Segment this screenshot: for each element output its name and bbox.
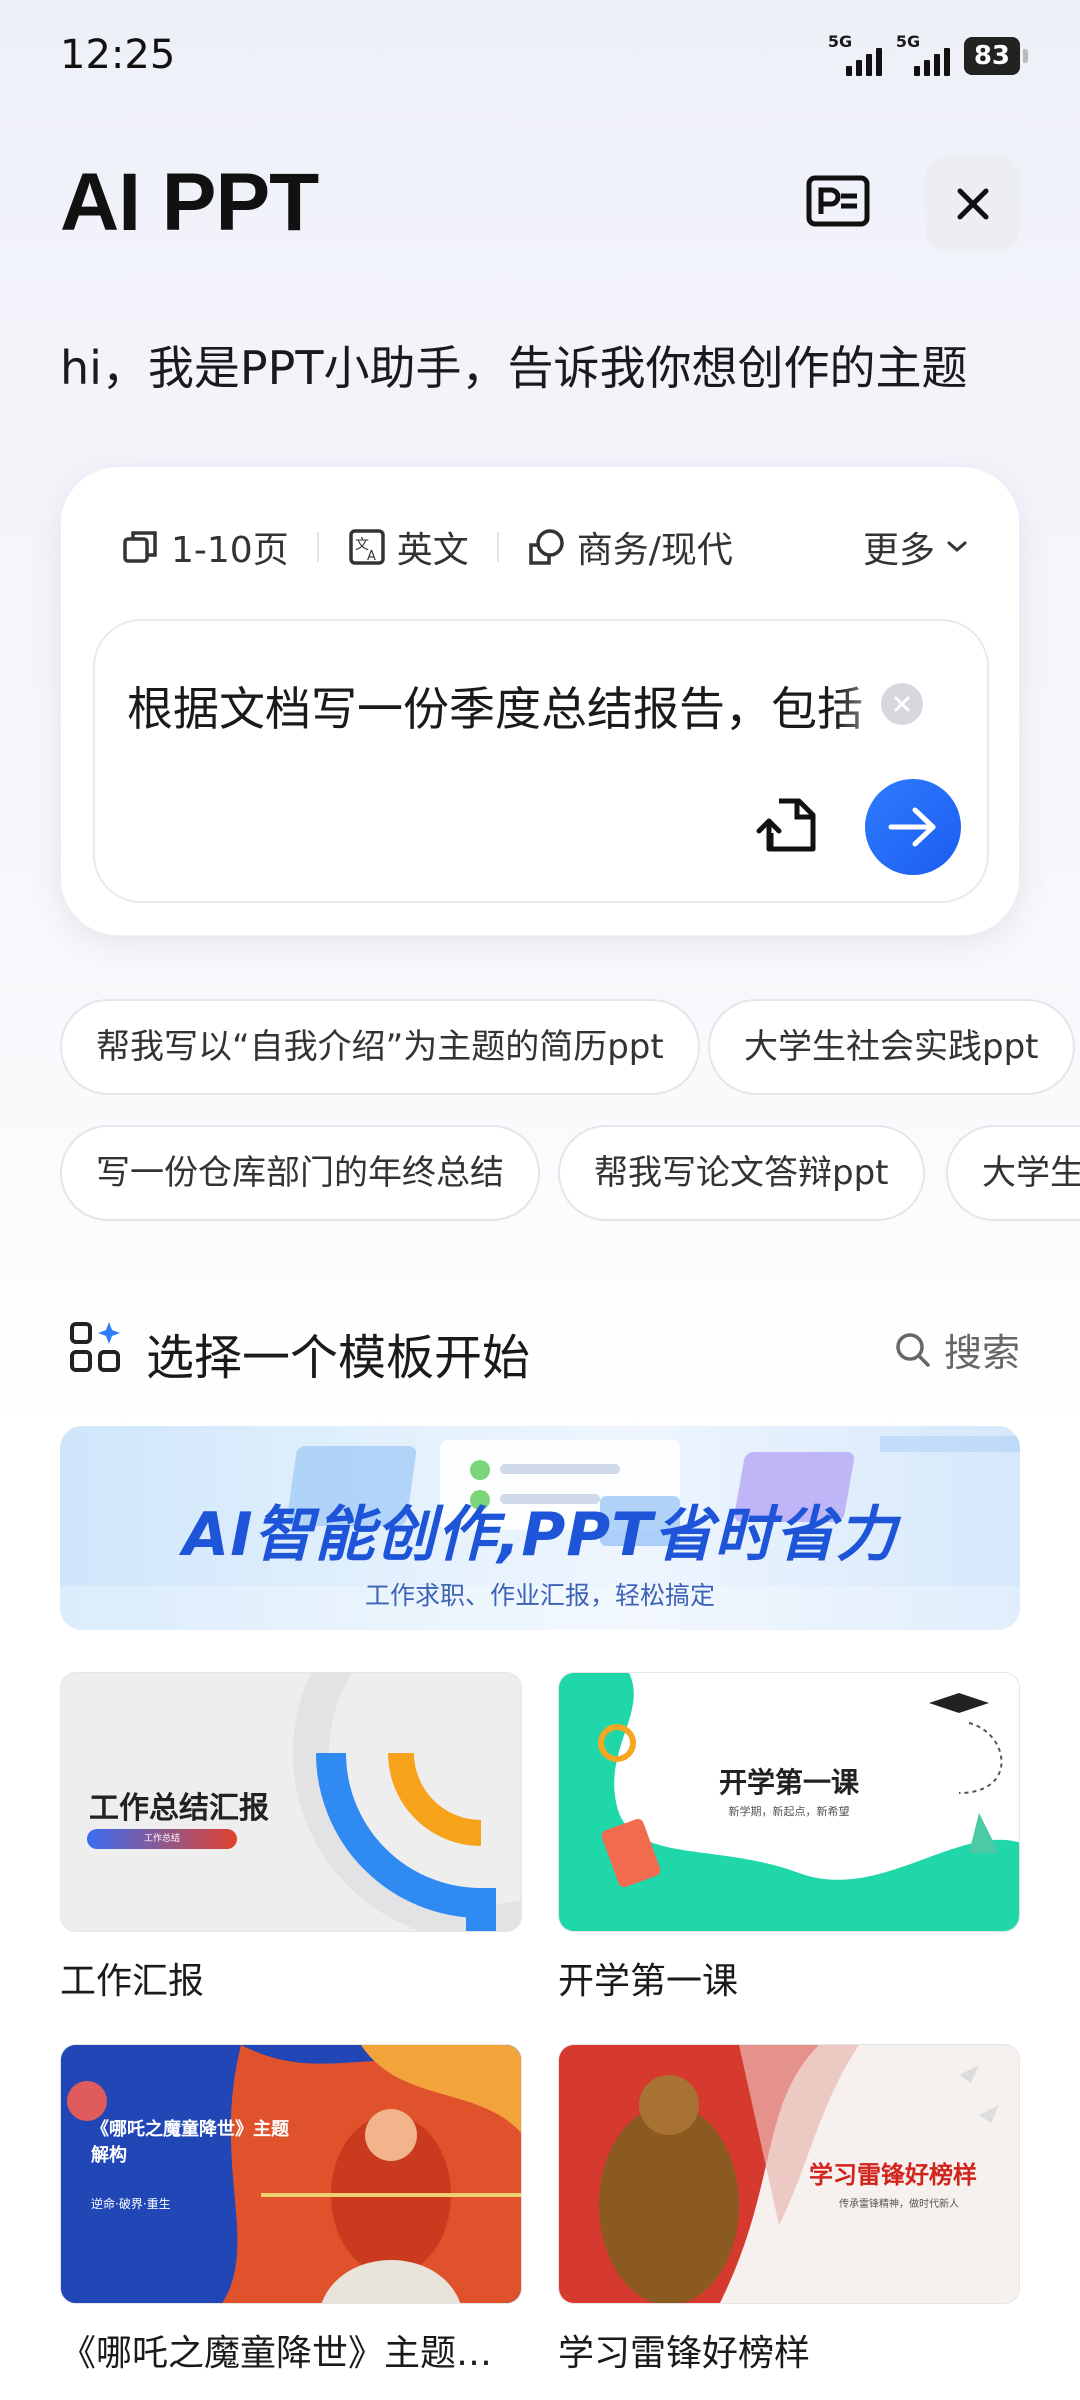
upload-file-icon: [756, 798, 816, 852]
template-thumb-tag: 工作总结: [87, 1829, 237, 1849]
suggestion-chip[interactable]: 大学生: [946, 1125, 1080, 1221]
chevron-down-icon: [947, 541, 967, 552]
translate-icon: 文 A: [348, 529, 385, 565]
style-icon: [528, 529, 564, 565]
signal-icon: 5G: [896, 32, 950, 76]
options-row: 1-10页 文 A 英文 商务/现代 更多: [121, 517, 969, 577]
page-title: AI PPT: [60, 157, 319, 248]
template-label[interactable]: 开学第一课: [558, 1952, 738, 2004]
template-card-work-report[interactable]: 工作总结汇报 工作总结: [60, 1672, 522, 1932]
signal-icon: 5G: [828, 32, 882, 76]
close-icon: [957, 188, 988, 219]
style-option[interactable]: 商务/现代: [527, 521, 733, 573]
arrow-right-icon: [888, 807, 936, 847]
template-search-button[interactable]: 搜索: [894, 1322, 1020, 1377]
template-thumb-subtitle: 传承雷锋精神，做时代新人: [839, 2199, 959, 2210]
banner-subtitle: 工作求职、作业汇报，轻松搞定: [364, 1581, 715, 1610]
send-button[interactable]: [865, 779, 961, 875]
template-card-nezha[interactable]: 《哪吒之魔童降世》主题解构 逆命·破界·重生: [60, 2044, 522, 2304]
prompt-input-value[interactable]: 根据文档写一份季度总结报告，包括: [127, 673, 887, 739]
prompt-card: 1-10页 文 A 英文 商务/现代 更多 根据文档写一份季度总结报告，包括: [60, 466, 1020, 936]
template-card-first-class[interactable]: 开学第一课 新学期，新起点，新希望: [558, 1672, 1020, 1932]
upload-file-button[interactable]: [755, 793, 821, 859]
template-card-leifeng[interactable]: 学习雷锋好榜样 传承雷锋精神，做时代新人: [558, 2044, 1020, 2304]
more-options-button[interactable]: 更多: [863, 521, 969, 573]
banner-title: AI智能创作,PPT省时省力: [182, 1500, 898, 1570]
battery-indicator: 83: [963, 37, 1029, 75]
close-button[interactable]: [925, 156, 1020, 251]
prompt-input[interactable]: 根据文档写一份季度总结报告，包括: [93, 619, 989, 903]
language-option[interactable]: 文 A 英文: [347, 521, 469, 573]
template-label[interactable]: 学习雷锋好榜样: [558, 2324, 810, 2376]
suggestion-chip[interactable]: 帮我写以“自我介绍”为主题的简历ppt: [60, 999, 700, 1095]
templates-icon: [70, 1322, 120, 1372]
clear-icon: [894, 696, 910, 712]
template-thumb-subtitle: 新学期，新起点，新希望: [728, 1805, 850, 1818]
suggestion-chip[interactable]: 写一份仓库部门的年终总结: [60, 1125, 540, 1221]
suggestion-chip[interactable]: 帮我写论文答辩ppt: [558, 1125, 925, 1221]
suggestion-chip[interactable]: 大学生社会实践ppt: [708, 999, 1075, 1095]
search-icon: [896, 1332, 930, 1367]
template-thumb-subtitle: 逆命·破界·重生: [91, 2197, 171, 2211]
pages-icon: [123, 531, 157, 563]
template-thumb-title: 《哪吒之魔童降世》主题解构: [91, 2119, 289, 2166]
greeting-text: hi，我是PPT小助手，告诉我你想创作的主题: [60, 341, 968, 395]
template-thumb-title: 开学第一课: [718, 1766, 859, 1799]
template-thumb-title: 学习雷锋好榜样: [809, 2161, 977, 2189]
promo-banner[interactable]: AI智能创作,PPT省时省力 工作求职、作业汇报，轻松搞定: [60, 1426, 1020, 1630]
status-time: 12:25: [60, 32, 176, 78]
pages-option[interactable]: 1-10页: [121, 521, 289, 573]
slides-icon[interactable]: [805, 172, 871, 232]
template-label[interactable]: 《哪吒之魔童降世》主题…: [60, 2324, 492, 2376]
section-title: 选择一个模板开始: [146, 1330, 531, 1386]
template-label[interactable]: 工作汇报: [60, 1952, 204, 2004]
status-bar: 12:25 5G 5G 83: [0, 0, 1080, 120]
template-thumb-title: 工作总结汇报: [89, 1791, 269, 1826]
svg-text:A: A: [367, 549, 376, 564]
clear-input-button[interactable]: [881, 683, 923, 725]
